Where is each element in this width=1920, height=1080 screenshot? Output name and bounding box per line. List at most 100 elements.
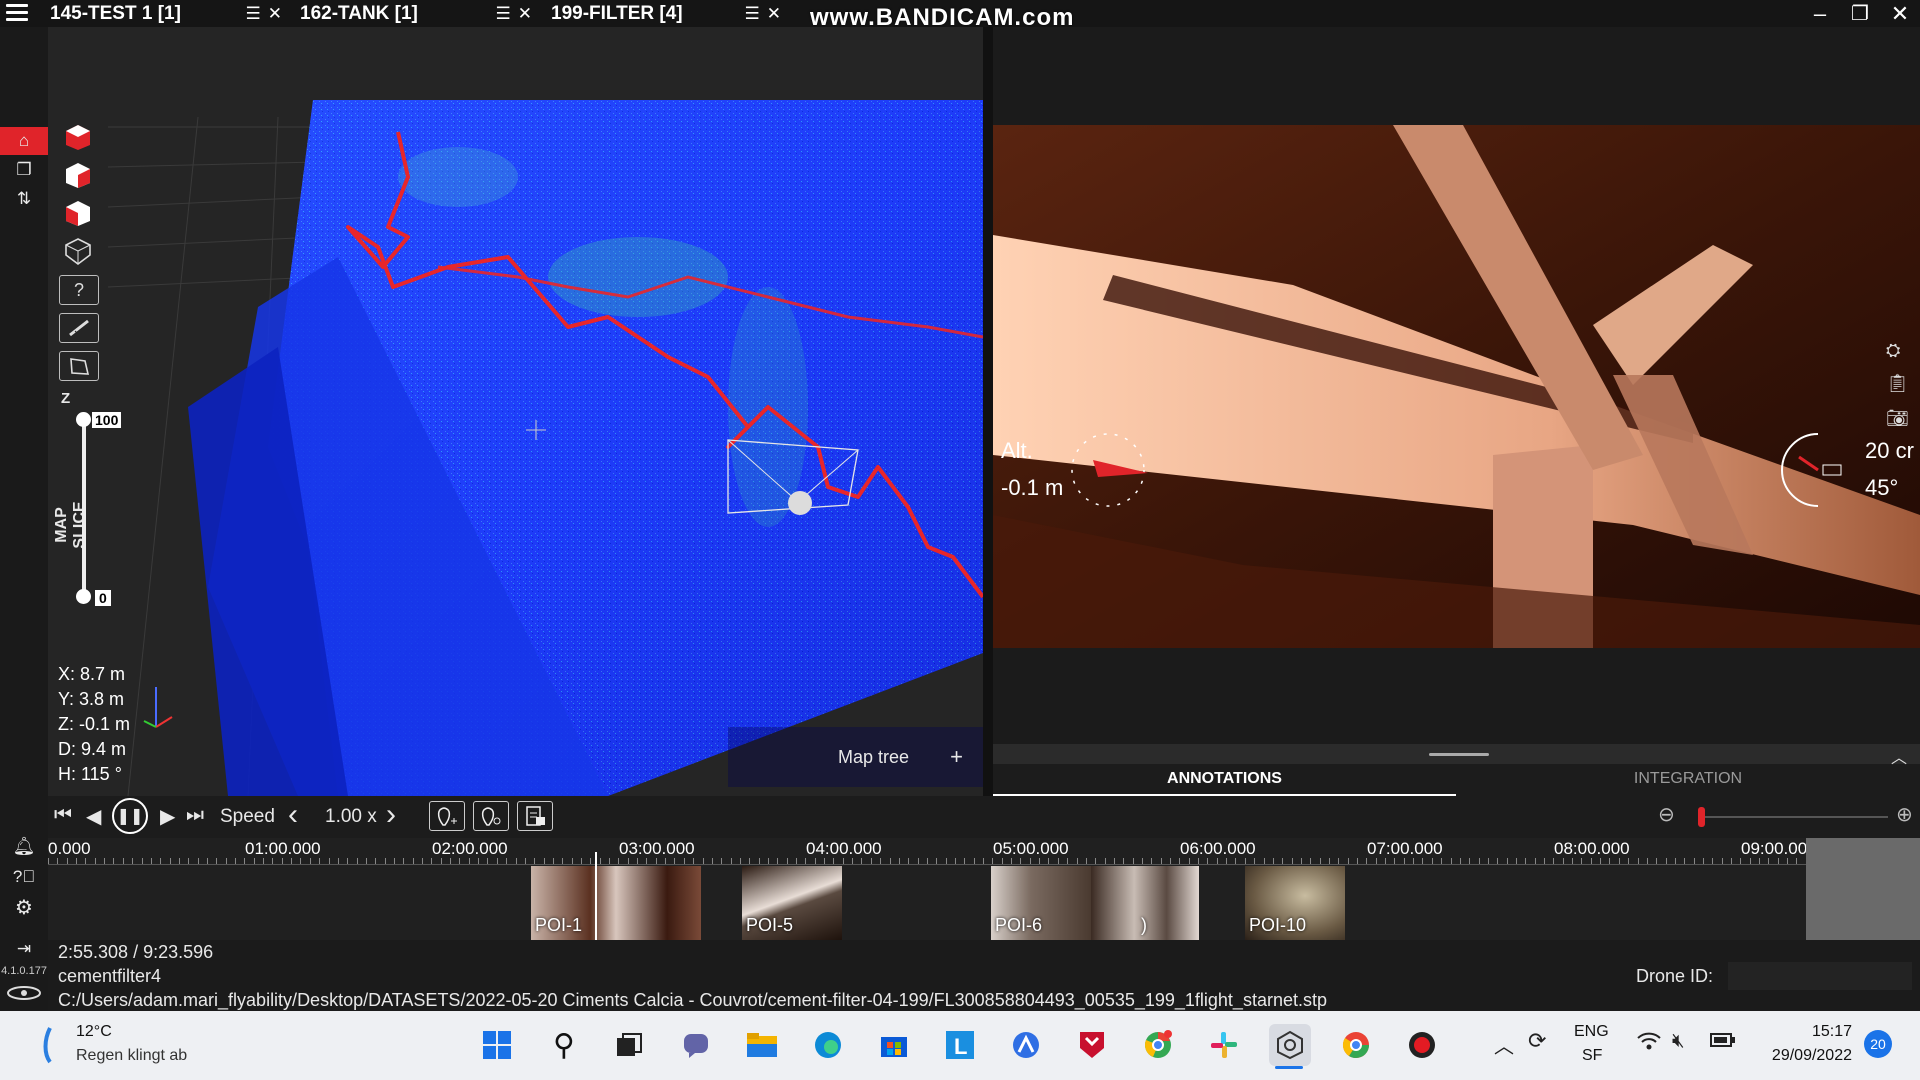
clock-time[interactable]: 15:17 [1760, 1023, 1852, 1041]
minimize-icon[interactable]: – [1800, 0, 1840, 27]
view-cube-front-icon[interactable] [57, 158, 99, 192]
chrome-profile-icon[interactable] [1335, 1024, 1377, 1066]
zoom-out-icon[interactable]: ⊖ [1658, 802, 1675, 827]
windows-start-icon[interactable] [476, 1024, 518, 1066]
tab-annotations[interactable]: ANNOTATIONS [993, 764, 1456, 796]
point-cloud-view[interactable]: ? Z MAP SLICE 100 0 X: 8.7 m Y: 3.8 m Z:… [48, 27, 983, 796]
record-icon[interactable] [1401, 1024, 1443, 1066]
split-divider[interactable] [983, 27, 993, 796]
camera-icon[interactable]: 📷︎ [1886, 408, 1909, 429]
arc-app-icon[interactable] [1005, 1024, 1047, 1066]
area-tool-button[interactable] [59, 351, 99, 381]
teams-chat-icon[interactable] [675, 1024, 717, 1066]
notification-badge[interactable]: 20 [1864, 1030, 1892, 1058]
help-icon[interactable]: ?⃝ [0, 863, 48, 891]
poi-thumbnail[interactable]: POI-5 [742, 866, 842, 940]
logout-icon[interactable]: ⇥ [0, 935, 48, 963]
volume-muted-icon[interactable]: 🔇︎ [1672, 1030, 1685, 1053]
close-icon[interactable]: ✕ [268, 4, 282, 24]
timeline-tick-mark [580, 858, 582, 864]
home-icon[interactable]: ⌂ [0, 127, 48, 155]
slack-icon[interactable] [1203, 1024, 1245, 1066]
poi-thumbnail[interactable]: POI-10 [1245, 866, 1345, 940]
timeline-tick-mark [1637, 858, 1639, 864]
documents-icon[interactable]: ❐ [0, 156, 48, 184]
playhead[interactable] [594, 852, 597, 940]
export-button[interactable] [517, 801, 553, 831]
drone-id-field[interactable] [1728, 962, 1912, 990]
speed-decrease-icon[interactable]: ‹ [288, 798, 298, 832]
pause-button[interactable]: ❚❚ [112, 798, 148, 834]
tray-chevron-icon[interactable]: ︿ [1494, 1030, 1514, 1059]
help-tool-button[interactable]: ? [59, 275, 99, 305]
view-cube-perspective-icon[interactable] [57, 234, 99, 268]
zoom-slider-handle[interactable] [1698, 807, 1705, 827]
view-cube-top-icon[interactable] [57, 120, 99, 154]
map-tree-add-button[interactable]: + [950, 744, 963, 770]
weather-icon[interactable] [40, 1026, 60, 1069]
camera-feed[interactable]: Alt. -0.1 m 20 cr 45° [993, 125, 1920, 648]
panel-handle-bar[interactable]: ︿ [993, 744, 1920, 767]
tab-145-test[interactable]: 145-TEST 1 [1] ☰ ✕ [50, 0, 290, 27]
mcafee-icon[interactable] [1071, 1024, 1113, 1066]
skip-start-icon[interactable]: ⏮ [54, 804, 72, 827]
timeline-tick-mark [1235, 858, 1237, 864]
tab-162-tank[interactable]: 162-TANK [1] ☰ ✕ [300, 0, 540, 27]
timeline[interactable]: 0.000 01:00.000 02:00.000 03:00.000 04:00.00… [48, 838, 1920, 940]
clock-date[interactable]: 29/09/2022 [1756, 1047, 1852, 1065]
measure-tool-button[interactable] [59, 313, 99, 343]
sort-icon[interactable]: ⇅ [0, 185, 48, 213]
step-back-icon[interactable]: ◀︎ [86, 804, 101, 829]
list-icon[interactable]: ☰ [745, 4, 760, 24]
close-window-icon[interactable]: ✕ [1880, 0, 1920, 27]
tab-199-filter[interactable]: 199-FILTER [4] ☰ ✕ [551, 0, 787, 27]
point-cloud-canvas[interactable] [48, 27, 983, 796]
wifi-icon[interactable] [1636, 1030, 1662, 1058]
zoom-slider-track[interactable] [1700, 816, 1888, 818]
zoom-in-icon[interactable]: ⊕ [1896, 802, 1913, 827]
timeline-tick-mark [459, 858, 461, 864]
timeline-ruler[interactable]: 0.000 01:00.000 02:00.000 03:00.000 04:00.00… [48, 838, 1920, 865]
list-icon[interactable]: ☰ [496, 4, 511, 24]
restore-icon[interactable]: ❐ [1840, 0, 1880, 27]
elios-inspector-icon[interactable] [1269, 1024, 1311, 1066]
add-poi-button[interactable] [429, 801, 465, 831]
file-explorer-icon[interactable] [741, 1024, 783, 1066]
map-tree-bar[interactable]: Map tree + [728, 727, 983, 787]
search-icon[interactable]: ⚲ [543, 1024, 585, 1066]
timeline-tick-mark [889, 858, 891, 864]
l-app-icon[interactable]: L [939, 1024, 981, 1066]
edge-browser-icon[interactable] [807, 1024, 849, 1066]
map-slice-track[interactable] [82, 417, 86, 597]
settings-icon[interactable]: ⚙ [0, 893, 48, 921]
remove-poi-button[interactable] [473, 801, 509, 831]
map-slice-bottom-handle[interactable] [76, 589, 91, 604]
list-icon[interactable]: ☰ [246, 4, 261, 24]
battery-icon[interactable] [1710, 1032, 1736, 1053]
drag-handle[interactable] [1429, 753, 1489, 756]
bell-icon[interactable]: 🔔︎ [0, 832, 48, 860]
menu-icon[interactable] [6, 4, 28, 22]
step-forward-icon[interactable]: ▶︎ [160, 804, 175, 829]
speed-increase-icon[interactable]: › [386, 798, 396, 832]
store-icon[interactable] [873, 1024, 915, 1066]
view-cube-side-icon[interactable] [57, 196, 99, 230]
language-code[interactable]: ENG [1574, 1023, 1609, 1041]
clipboard-icon[interactable]: 📋︎ [1886, 373, 1909, 394]
close-icon[interactable]: ✕ [767, 4, 781, 24]
task-view-icon[interactable] [608, 1024, 650, 1066]
chrome-icon[interactable] [1137, 1024, 1179, 1066]
timeline-tick-mark [85, 858, 87, 864]
skip-end-icon[interactable]: ⏭ [186, 804, 204, 827]
map-slice-top-handle[interactable] [76, 412, 91, 427]
drone-position-marker[interactable] [788, 491, 812, 515]
tab-integration[interactable]: INTEGRATION [1456, 764, 1920, 794]
sync-icon[interactable]: ⟳ [1528, 1028, 1546, 1054]
poi-thumbnail[interactable]: POI-6 [991, 866, 1091, 940]
drone-settings-icon[interactable]: ⛭ [1886, 340, 1900, 361]
poi-thumbnail[interactable]: ) [1091, 866, 1199, 940]
current-time: 2:55.308 / 9:23.596 [58, 942, 214, 962]
close-icon[interactable]: ✕ [518, 4, 532, 24]
keyboard-layout[interactable]: SF [1582, 1047, 1602, 1065]
poi-thumbnail[interactable]: POI-1 [531, 866, 701, 940]
